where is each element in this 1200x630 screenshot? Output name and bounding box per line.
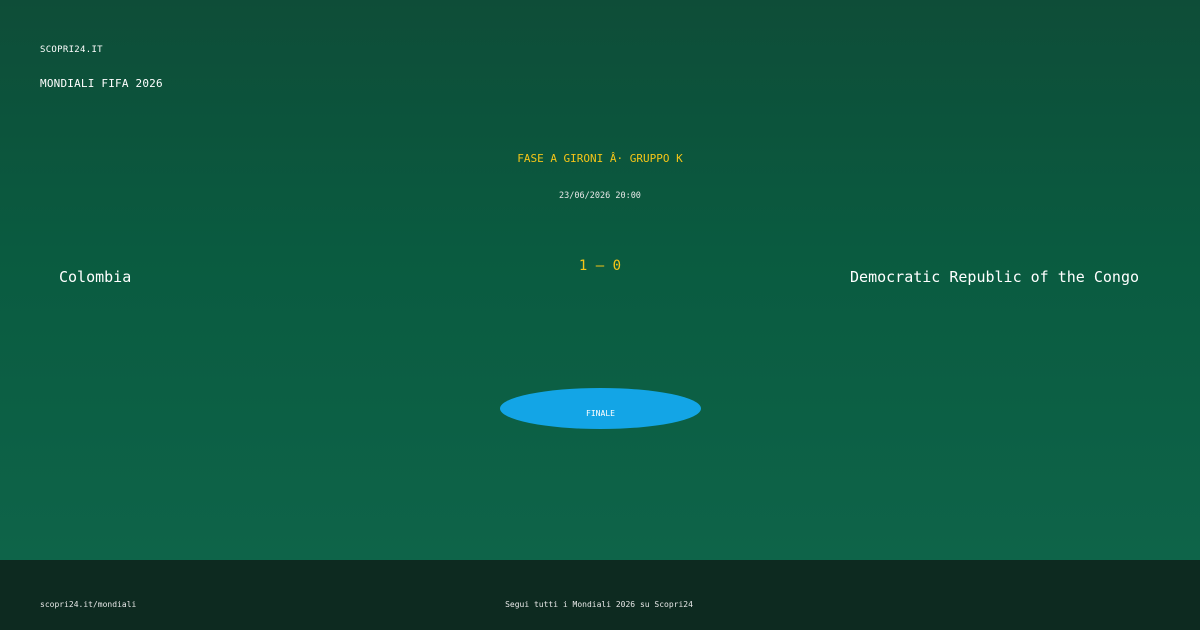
tournament-title: MONDIALI FIFA 2026 [40,77,163,90]
match-stage: FASE A GIRONI Â· GRUPPO K [517,152,683,165]
footer-bar: scopri24.it/mondiali Segui tutti i Mondi… [0,560,1200,630]
site-name: SCOPRI24.IT [40,45,103,55]
match-status-label: FINALE [586,408,615,418]
match-card: SCOPRI24.IT MONDIALI FIFA 2026 FASE A GI… [0,0,1200,630]
footer-cta: Segui tutti i Mondiali 2026 su Scopri24 [505,600,693,609]
match-status-badge: FINALE [500,388,701,429]
away-team-name: Democratic Republic of the Congo [850,268,1139,286]
match-panel: SCOPRI24.IT MONDIALI FIFA 2026 FASE A GI… [0,0,1200,560]
match-datetime: 23/06/2026 20:00 [559,191,641,201]
